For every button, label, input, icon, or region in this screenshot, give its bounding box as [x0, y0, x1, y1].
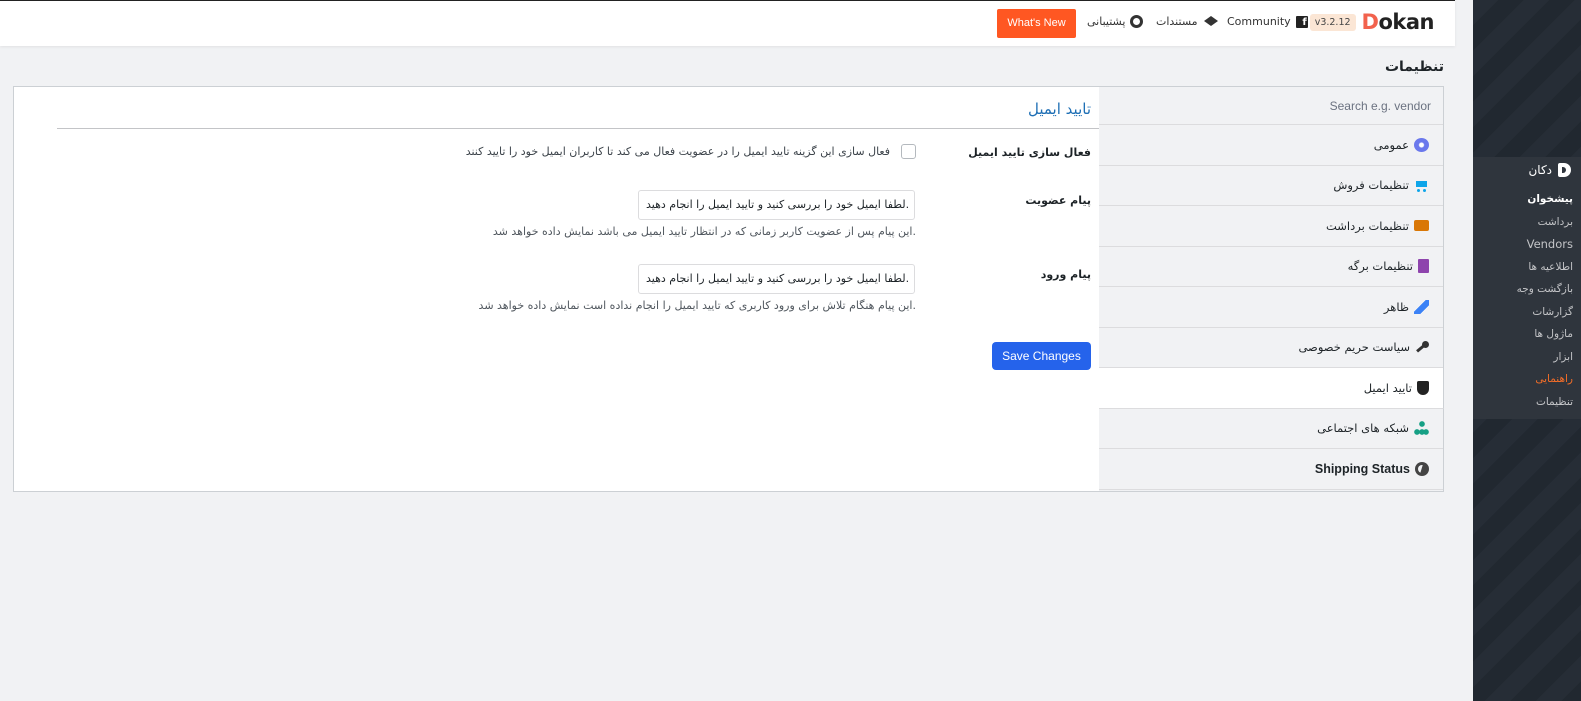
dokan-submenu: پیشخوان برداشت Vendors اطلاعیه ها بازگشت…: [1473, 188, 1581, 413]
menu-item-reports[interactable]: گزارشات: [1473, 301, 1581, 324]
lifebuoy-icon: [1130, 15, 1144, 28]
tab-label: Shipping Status: [1314, 461, 1410, 476]
registration-notice-input[interactable]: لطفا ایمیل خود را بررسی کنید و تایید ایم…: [638, 190, 915, 220]
login-notice-help: این پیام هنگام تلاش برای ورود کاربری که …: [478, 299, 916, 312]
settings-panel: Search e.g. vendor عمومی تنظیمات فروش تن…: [13, 86, 1444, 492]
docs-link[interactable]: مستندات: [1156, 15, 1218, 28]
tab-label: ظاهر: [1383, 299, 1409, 314]
network-icon: [1414, 421, 1429, 436]
menu-parent-label: دکان: [1528, 163, 1552, 177]
registration-notice-label: پیام عضویت: [1025, 194, 1091, 207]
menu-item-help[interactable]: راهنمایی: [1473, 368, 1581, 391]
shield-icon: [1417, 380, 1429, 395]
community-link[interactable]: Community f: [1227, 15, 1308, 28]
section-title: تایید ایمیل: [1028, 100, 1091, 118]
brush-icon: [1414, 299, 1429, 314]
top-bar: v3.2.12 Dokan Community f مستندات پشتیبا…: [0, 0, 1455, 46]
tab-social-networks[interactable]: شبکه های اجتماعی: [1098, 409, 1443, 449]
menu-item-modules[interactable]: ماژول ها: [1473, 323, 1581, 346]
version-badge: v3.2.12: [1309, 13, 1356, 31]
withdraw-icon: [1414, 220, 1429, 232]
tab-label: تنظیمات فروش: [1333, 178, 1409, 193]
settings-search-input[interactable]: Search e.g. vendor: [1098, 87, 1443, 125]
settings-nav: Search e.g. vendor عمومی تنظیمات فروش تن…: [1098, 87, 1444, 491]
menu-item-announcements[interactable]: اطلاعیه ها: [1473, 256, 1581, 279]
tab-label: تنظیمات برداشت: [1326, 218, 1409, 233]
enable-email-verification-label: فعال سازی تایید ایمیل: [968, 146, 1091, 159]
admin-sidebar: دکان پیشخوان برداشت Vendors اطلاعیه ها ب…: [1473, 0, 1581, 701]
cart-icon: [1414, 178, 1429, 193]
tab-label: تنظیمات برگه: [1347, 259, 1413, 274]
community-label: Community: [1227, 15, 1291, 28]
save-changes-button[interactable]: Save Changes: [992, 342, 1091, 370]
divider: [57, 128, 1099, 129]
menu-item-dashboard[interactable]: پیشخوان: [1473, 188, 1581, 211]
globe-icon: [1415, 461, 1429, 476]
tab-withdraw[interactable]: تنظیمات برداشت: [1098, 206, 1443, 247]
docs-label: مستندات: [1156, 15, 1198, 28]
facebook-icon: f: [1295, 15, 1308, 28]
tab-email-verification[interactable]: تایید ایمیل: [1098, 368, 1444, 409]
key-icon: [1415, 340, 1429, 354]
whats-new-button[interactable]: What's New: [997, 9, 1076, 38]
menu-item-tools[interactable]: ابزار: [1473, 346, 1581, 369]
dokan-menu: دکان پیشخوان برداشت Vendors اطلاعیه ها ب…: [1473, 157, 1581, 419]
menu-item-vendors[interactable]: Vendors: [1473, 233, 1581, 256]
dokan-logo[interactable]: v3.2.12 Dokan: [1309, 10, 1435, 34]
tab-label: عمومی: [1373, 137, 1409, 152]
login-notice-input[interactable]: لطفا ایمیل خود را بررسی کنید و تایید ایم…: [638, 264, 915, 294]
page-title: تنظیمات: [1384, 59, 1444, 75]
tab-privacy-policy[interactable]: سیاست حریم خصوصی: [1098, 328, 1443, 368]
gear-icon: [1414, 137, 1429, 152]
graduation-cap-icon: [1203, 16, 1218, 27]
tab-label: سیاست حریم خصوصی: [1298, 340, 1410, 355]
tab-pages[interactable]: تنظیمات برگه: [1098, 247, 1443, 287]
registration-notice-help: این پیام پس از عضویت کاربر زمانی که در ا…: [492, 225, 916, 238]
email-verification-form: تایید ایمیل فعال سازی تایید ایمیل فعال س…: [14, 87, 1099, 491]
support-label: پشتیبانی: [1087, 15, 1126, 28]
tab-appearance[interactable]: ظاهر: [1098, 287, 1443, 328]
menu-parent-dokan[interactable]: دکان: [1473, 157, 1581, 183]
pages-icon: [1418, 259, 1429, 274]
enable-email-verification-checkbox[interactable]: [901, 144, 916, 159]
brand-wordmark: Dokan: [1361, 10, 1435, 34]
tab-label: شبکه های اجتماعی: [1317, 421, 1409, 436]
tab-general[interactable]: عمومی: [1098, 125, 1443, 166]
login-notice-label: پیام ورود: [1040, 268, 1091, 281]
enable-email-verification-desc: فعال سازی این گزینه تایید ایمیل را در عض…: [465, 145, 890, 158]
dokan-icon: [1558, 163, 1571, 177]
support-link[interactable]: پشتیبانی: [1087, 15, 1144, 28]
tab-shipping-status[interactable]: Shipping Status: [1098, 449, 1443, 490]
tab-label: تایید ایمیل: [1363, 380, 1412, 395]
menu-item-withdraw[interactable]: برداشت: [1473, 211, 1581, 234]
menu-item-refunds[interactable]: بازگشت وجه: [1473, 278, 1581, 301]
tab-selling[interactable]: تنظیمات فروش: [1098, 166, 1443, 206]
menu-item-settings[interactable]: تنظیمات: [1473, 391, 1581, 414]
